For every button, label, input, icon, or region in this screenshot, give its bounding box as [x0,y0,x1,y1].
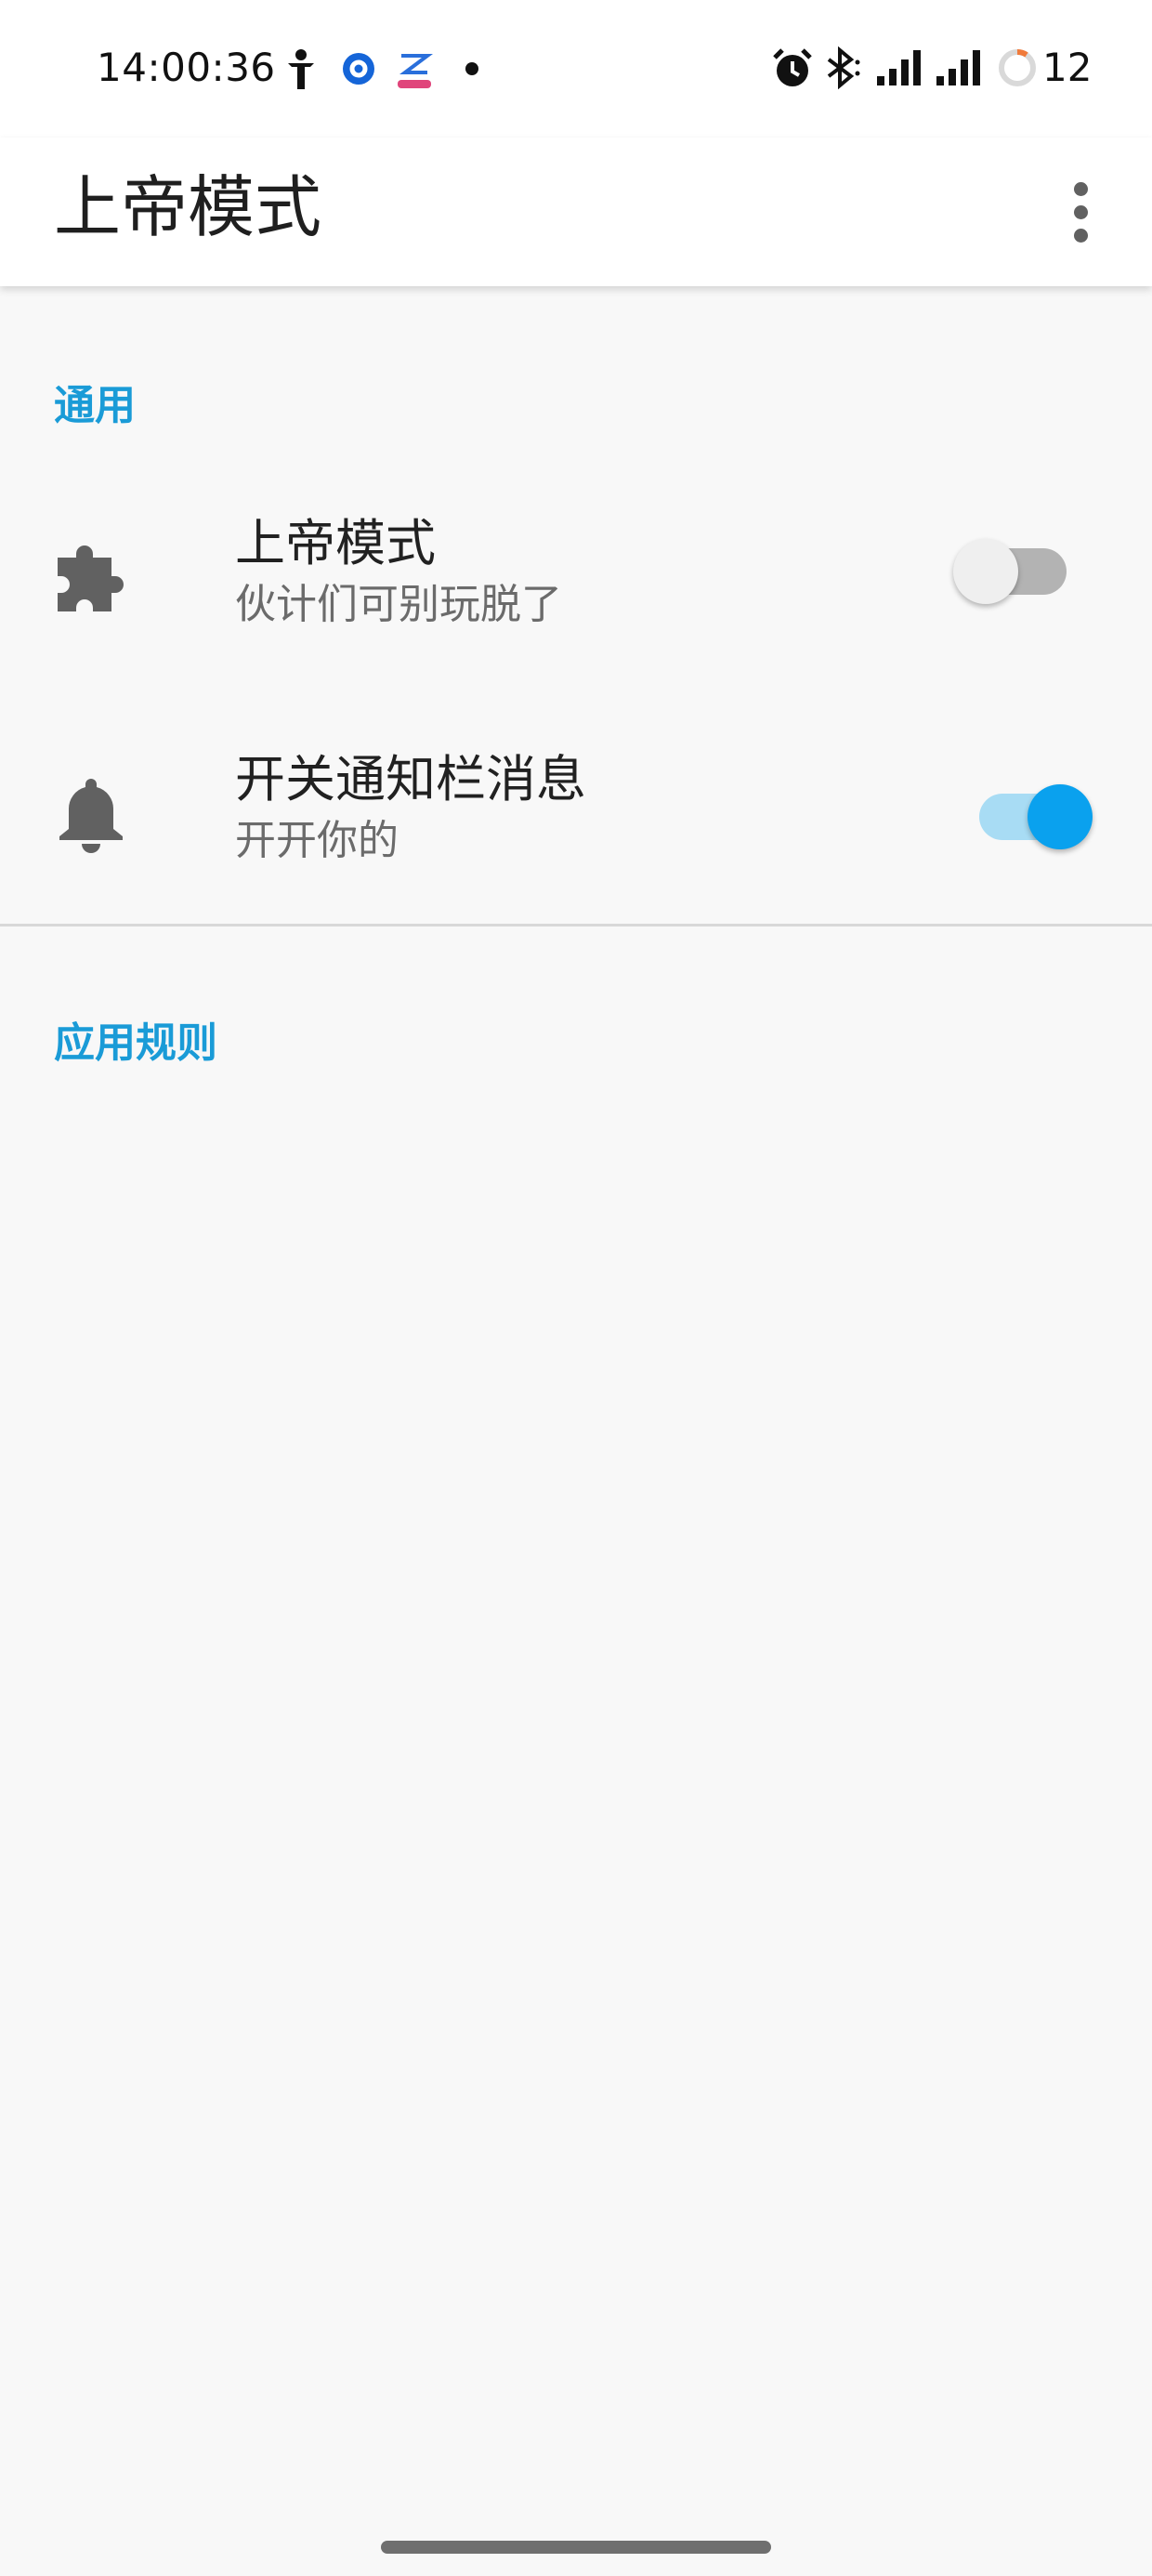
switch-thumb [953,539,1018,604]
dot-icon [465,62,478,75]
section-header-app-rules: 应用规则 [54,1019,217,1067]
section-divider [0,924,1152,927]
signal-icon [936,50,980,85]
app-bar: 上帝模式 [0,138,1152,286]
more-vert-icon [1073,228,1088,243]
bluetooth-icon [827,46,860,89]
god-mode-switch[interactable] [946,524,1085,608]
pref-summary: 开开你的 [235,817,399,864]
more-vert-icon [1073,181,1088,196]
status-time: 14:00:36 [97,45,276,90]
status-bar: 14:00:36 12 [0,0,1152,138]
pref-summary: 伙计们可别玩脱了 [235,581,562,628]
signal-icon [877,50,921,85]
page-title: 上帝模式 [54,168,322,246]
pref-title: 开关通知栏消息 [235,750,586,808]
switch-thumb [1028,784,1093,849]
figure-icon [288,49,314,89]
pref-row-god-mode[interactable]: 上帝模式 伙计们可别玩脱了 [0,463,1152,695]
overflow-menu-button[interactable] [1059,165,1102,258]
alarm-icon [773,48,812,86]
more-vert-icon [1073,204,1088,219]
bell-icon [59,779,123,853]
app-logo-icon [398,54,433,88]
home-indicator[interactable] [381,2541,771,2554]
notification-switch[interactable] [961,769,1100,853]
battery-ring-icon [999,49,1036,86]
section-header-general: 通用 [54,382,136,429]
puzzle-icon [58,545,124,611]
circle-app-icon [343,53,374,85]
battery-level: 12 [1042,45,1093,90]
pref-title: 上帝模式 [235,514,436,572]
pref-row-notification[interactable]: 开关通知栏消息 开开你的 [0,699,1152,931]
screen: 14:00:36 12 上帝模式 通用 上帝模式 伙计们可别玩脱了 开关通知栏消… [0,0,1152,2576]
